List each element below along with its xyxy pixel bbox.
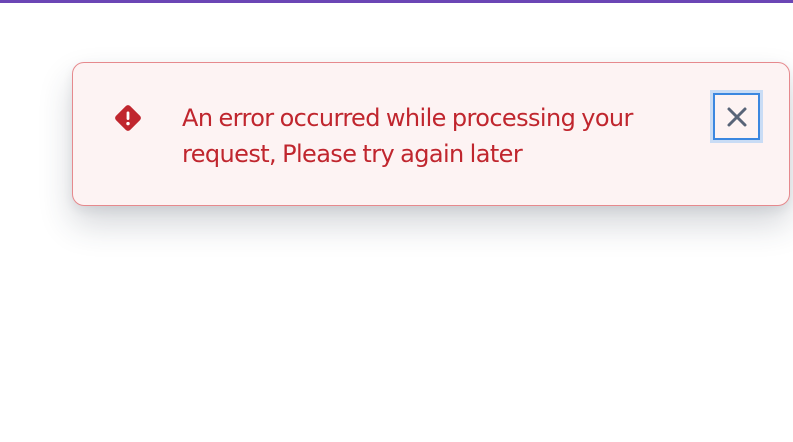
close-button[interactable] [710,90,763,143]
top-accent-bar [0,0,793,3]
error-toast: An error occurred while processing your … [72,62,790,206]
error-diamond-icon [110,103,146,137]
error-message: An error occurred while processing your … [182,104,633,168]
close-icon [726,106,748,128]
